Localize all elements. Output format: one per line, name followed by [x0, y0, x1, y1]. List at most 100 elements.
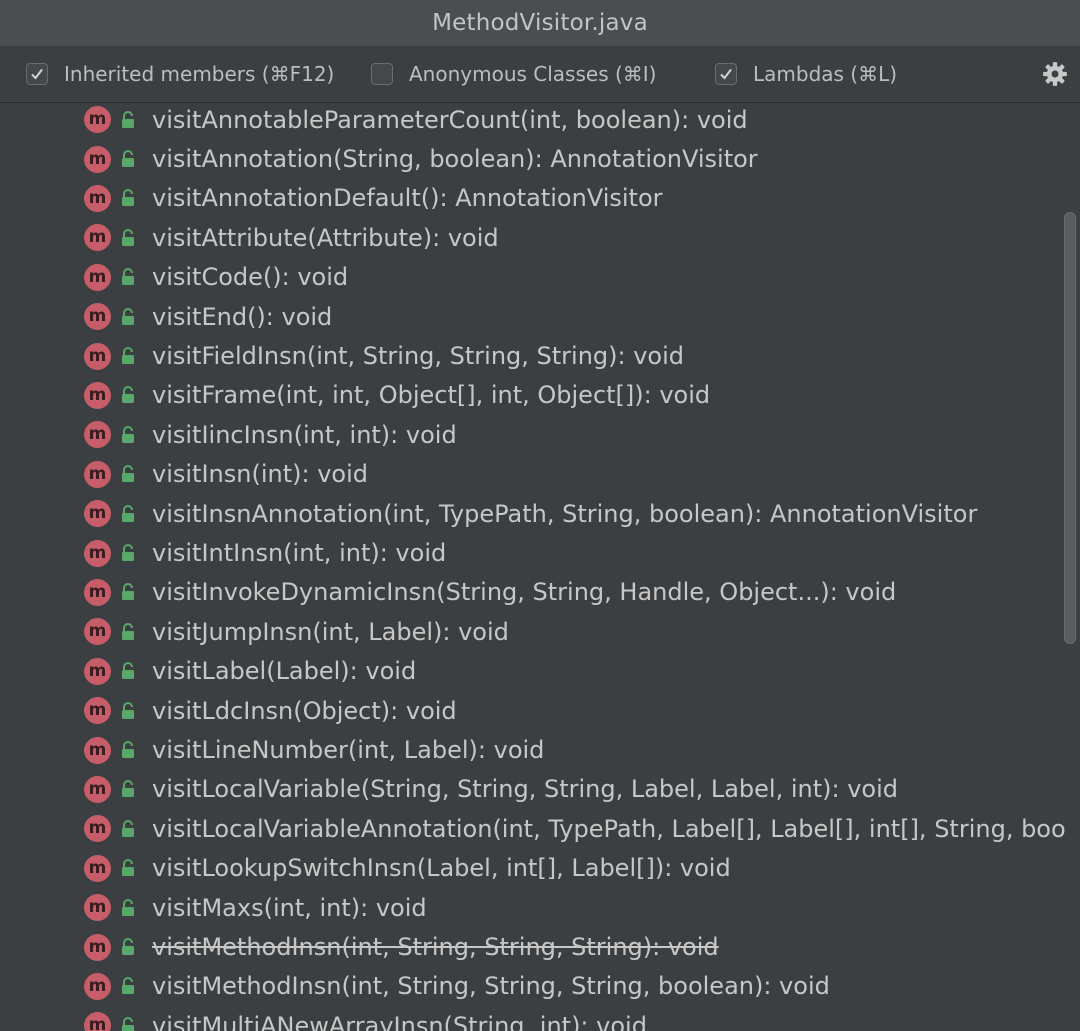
- method-signature: visitAttribute(Attribute): void: [152, 223, 499, 252]
- method-icon: m: [84, 381, 111, 409]
- method-icon: m: [84, 618, 111, 646]
- list-item[interactable]: m visitAnnotation(String, boolean): Annot…: [0, 139, 1080, 178]
- filter-toolbar: Inherited members (⌘F12) Anonymous Class…: [0, 46, 1080, 103]
- list-item[interactable]: m visitInsnAnnotation(int, TypePath, Stri…: [0, 494, 1080, 533]
- public-lock-icon: [122, 819, 134, 837]
- inherited-members-checkbox[interactable]: [26, 63, 48, 85]
- method-icon: m: [84, 184, 111, 212]
- method-icon: m: [84, 578, 111, 606]
- inherited-members-option[interactable]: Inherited members (⌘F12): [26, 46, 334, 102]
- deprecated-method-signature: visitMethodInsn(int, String, String, Str…: [152, 933, 719, 962]
- check-icon: [31, 68, 43, 80]
- window-title-bar: MethodVisitor.java: [0, 0, 1080, 46]
- method-signature: visitCode(): void: [152, 263, 349, 292]
- anonymous-classes-option[interactable]: Anonymous Classes (⌘I): [371, 46, 656, 102]
- method-icon: m: [84, 303, 111, 331]
- lambdas-checkbox[interactable]: [715, 63, 737, 85]
- list-item[interactable]: m visitLineNumber(int, Label): void: [0, 730, 1080, 769]
- list-item[interactable]: m visitIntInsn(int, int): void: [0, 533, 1080, 572]
- public-lock-icon: [122, 189, 134, 207]
- method-icon: m: [84, 263, 111, 291]
- method-icon: m: [84, 894, 111, 922]
- list-item[interactable]: m visitInsn(int): void: [0, 455, 1080, 494]
- method-signature: visitMultiANewArrayInsn(String, int): vo…: [152, 1011, 647, 1031]
- member-list[interactable]: m visitAnnotableParameterCount(int, boole…: [0, 103, 1080, 1031]
- list-item[interactable]: m visitEnd(): void: [0, 297, 1080, 336]
- inherited-members-label: Inherited members (⌘F12): [64, 62, 335, 86]
- method-icon: m: [84, 342, 111, 370]
- method-signature: visitIincInsn(int, int): void: [152, 420, 457, 449]
- method-signature: visitInsn(int): void: [152, 460, 368, 489]
- anonymous-classes-label: Anonymous Classes (⌘I): [409, 62, 657, 86]
- public-lock-icon: [122, 307, 134, 325]
- method-icon: m: [84, 539, 111, 567]
- method-signature: visitIntInsn(int, int): void: [152, 539, 447, 568]
- method-signature: visitInsnAnnotation(int, TypePath, Strin…: [152, 499, 978, 528]
- public-lock-icon: [122, 268, 134, 286]
- public-lock-icon: [122, 898, 134, 916]
- method-icon: m: [84, 933, 111, 961]
- public-lock-icon: [122, 741, 134, 759]
- method-signature: visitAnnotation(String, boolean): Annota…: [152, 145, 758, 174]
- public-lock-icon: [122, 504, 134, 522]
- lambdas-label: Lambdas (⌘L): [753, 62, 898, 86]
- list-item[interactable]: m visitAnnotationDefault(): AnnotationVis…: [0, 179, 1080, 218]
- public-lock-icon: [122, 110, 134, 128]
- public-lock-icon: [122, 150, 134, 168]
- list-item[interactable]: m visitLocalVariableAnnotation(int, TypeP…: [0, 809, 1080, 848]
- method-signature: visitAnnotableParameterCount(int, boolea…: [152, 105, 748, 134]
- gear-icon[interactable]: [1042, 61, 1068, 87]
- public-lock-icon: [122, 465, 134, 483]
- method-signature: visitInvokeDynamicInsn(String, String, H…: [152, 578, 897, 607]
- method-signature: visitMethodInsn(int, String, String, Str…: [152, 972, 830, 1001]
- list-item[interactable]: m visitLocalVariable(String, String, Stri…: [0, 770, 1080, 809]
- public-lock-icon: [122, 347, 134, 365]
- list-item[interactable]: m visitLdcInsn(Object): void: [0, 691, 1080, 730]
- method-icon: m: [84, 460, 111, 488]
- lambdas-option[interactable]: Lambdas (⌘L): [715, 46, 897, 102]
- list-item[interactable]: m visitMethodInsn(int, String, String, St…: [0, 927, 1080, 966]
- method-icon: m: [84, 736, 111, 764]
- method-icon: m: [84, 854, 111, 882]
- method-icon: m: [84, 657, 111, 685]
- window-title: MethodVisitor.java: [432, 10, 648, 36]
- list-item[interactable]: m visitMethodInsn(int, String, String, St…: [0, 967, 1080, 1006]
- method-signature: visitLineNumber(int, Label): void: [152, 736, 545, 765]
- list-item[interactable]: m visitCode(): void: [0, 258, 1080, 297]
- list-item[interactable]: m visitFieldInsn(int, String, String, Str…: [0, 336, 1080, 375]
- list-item[interactable]: m visitJumpInsn(int, Label): void: [0, 612, 1080, 651]
- public-lock-icon: [122, 938, 134, 956]
- method-icon: m: [84, 106, 111, 134]
- list-item[interactable]: m visitLabel(Label): void: [0, 652, 1080, 691]
- list-item[interactable]: m visitInvokeDynamicInsn(String, String, …: [0, 573, 1080, 612]
- list-item[interactable]: m visitLookupSwitchInsn(Label, int[], Lab…: [0, 849, 1080, 888]
- list-item[interactable]: m visitMultiANewArrayInsn(String, int): v…: [0, 1006, 1080, 1031]
- method-icon: m: [84, 815, 111, 843]
- method-icon: m: [84, 224, 111, 252]
- method-signature: visitAnnotationDefault(): AnnotationVisi…: [152, 184, 663, 213]
- method-signature: visitLookupSwitchInsn(Label, int[], Labe…: [152, 854, 731, 883]
- method-icon: m: [84, 145, 111, 173]
- public-lock-icon: [122, 977, 134, 995]
- vertical-scrollbar[interactable]: [1064, 212, 1076, 644]
- method-signature: visitFrame(int, int, Object[], int, Obje…: [152, 381, 711, 410]
- method-signature: visitFieldInsn(int, String, String, Stri…: [152, 342, 685, 371]
- method-signature: visitEnd(): void: [152, 302, 333, 331]
- public-lock-icon: [122, 228, 134, 246]
- method-signature: visitJumpInsn(int, Label): void: [152, 617, 509, 646]
- list-item[interactable]: m visitMaxs(int, int): void: [0, 888, 1080, 927]
- method-signature: visitLdcInsn(Object): void: [152, 696, 457, 725]
- public-lock-icon: [122, 583, 134, 601]
- anonymous-classes-checkbox[interactable]: [371, 63, 393, 85]
- list-item[interactable]: m visitAttribute(Attribute): void: [0, 218, 1080, 257]
- list-item[interactable]: m visitIincInsn(int, int): void: [0, 415, 1080, 454]
- method-icon: m: [84, 972, 111, 1000]
- structure-popup: MethodVisitor.java Inherited members (⌘F…: [0, 0, 1080, 1031]
- list-item[interactable]: m visitAnnotableParameterCount(int, boole…: [0, 103, 1080, 139]
- method-signature: visitMaxs(int, int): void: [152, 893, 427, 922]
- list-item[interactable]: m visitFrame(int, int, Object[], int, Obj…: [0, 376, 1080, 415]
- check-icon: [720, 68, 732, 80]
- public-lock-icon: [122, 1016, 134, 1031]
- method-icon: m: [84, 421, 111, 449]
- method-signature: visitLocalVariableAnnotation(int, TypePa…: [152, 814, 1066, 843]
